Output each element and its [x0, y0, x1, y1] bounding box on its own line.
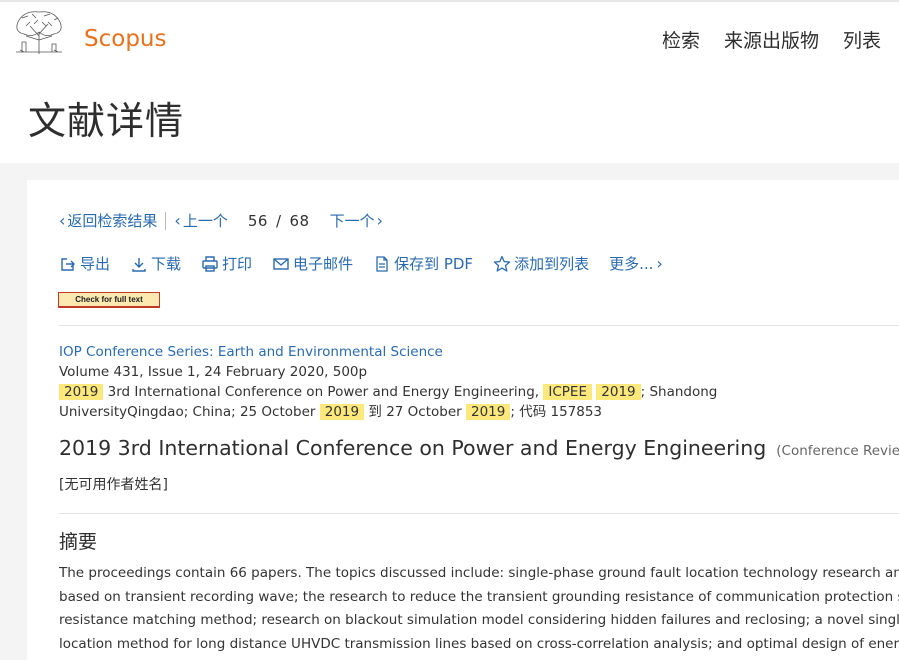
- highlight-year: 2019: [59, 384, 104, 400]
- pdf-icon: [376, 255, 388, 272]
- document-card: ‹ 返回检索结果 ‹ 上一个 56 / 68 下一个 › 导出 下载 打印 电子邮件…: [27, 180, 899, 660]
- export-label: 导出: [80, 255, 111, 273]
- star-icon: [493, 255, 511, 272]
- chevron-left-icon: ‹: [59, 211, 66, 230]
- abstract-line: resistance matching method; research on …: [59, 612, 899, 628]
- chevron-right-icon: ›: [376, 211, 384, 230]
- email-icon: [273, 257, 289, 270]
- pager-count: 56 / 68: [248, 212, 310, 230]
- download-label: 下载: [151, 255, 182, 273]
- pager-current: 56: [247, 211, 268, 230]
- save-pdf-label: 保存到 PDF: [394, 255, 474, 273]
- date-to: 到 27 October: [368, 404, 462, 420]
- result-navigation: ‹ 返回检索结果 ‹ 上一个 56 / 68 下一个 ›: [59, 210, 385, 231]
- document-type: (Conference Review): [776, 443, 899, 459]
- highlight-year: 2019: [596, 384, 641, 400]
- add-to-list-button[interactable]: 添加到列表: [493, 253, 589, 274]
- highlight-year: 2019: [319, 404, 365, 420]
- email-label: 电子邮件: [293, 255, 354, 273]
- abstract-line: location method for long distance UHVDC …: [59, 635, 899, 652]
- print-label: 打印: [222, 255, 253, 273]
- document-title: 2019 3rd International Conference on Pow…: [59, 436, 899, 460]
- chevron-left-icon: ‹: [174, 211, 181, 230]
- email-button[interactable]: 电子邮件: [272, 253, 353, 274]
- export-button[interactable]: 导出: [59, 253, 110, 274]
- conference-location-detail: UniversityQingdao; China; 25 October: [59, 404, 316, 420]
- page-header: Scopus 检索 来源出版物 列表 文献详情: [0, 0, 899, 163]
- authors: [无可用作者姓名]: [59, 477, 168, 493]
- volume-info: Volume 431, Issue 1, 24 February 2020, 5…: [59, 364, 368, 380]
- back-to-results-link[interactable]: 返回检索结果: [67, 210, 157, 231]
- nav-search[interactable]: 检索: [662, 26, 700, 53]
- top-border: [0, 0, 899, 2]
- conference-location: ; Shandong: [640, 384, 718, 400]
- download-button[interactable]: 下载: [130, 253, 181, 274]
- check-full-text-button[interactable]: Check for full text: [58, 292, 160, 308]
- scopus-brand[interactable]: Scopus: [84, 26, 166, 52]
- abstract-line: The proceedings contain 66 papers. The t…: [59, 565, 899, 581]
- print-button[interactable]: 打印: [201, 253, 252, 274]
- more-label: 更多...: [609, 255, 654, 273]
- nav-lists[interactable]: 列表: [843, 26, 881, 53]
- print-icon: [202, 255, 218, 272]
- more-button[interactable]: 更多... ›: [609, 253, 663, 274]
- previous-link[interactable]: 上一个: [183, 210, 228, 231]
- divider: [59, 325, 899, 326]
- abstract-line: based on transient recording wave; the r…: [59, 588, 899, 605]
- export-icon: [61, 257, 75, 271]
- divider: [59, 513, 899, 514]
- next-link[interactable]: 下一个: [330, 210, 375, 231]
- source-title-link[interactable]: IOP Conference Series: Earth and Environ…: [59, 344, 443, 360]
- conference-name: 3rd International Conference on Power an…: [107, 384, 540, 400]
- pager-slash: /: [275, 211, 282, 230]
- save-pdf-button[interactable]: 保存到 PDF: [373, 253, 473, 274]
- nav-sources[interactable]: 来源出版物: [724, 26, 819, 53]
- conference-code: ; 代码 157853: [510, 404, 603, 420]
- document-title-text: 2019 3rd International Conference on Pow…: [59, 436, 767, 460]
- add-to-list-label: 添加到列表: [514, 255, 590, 273]
- abstract-text: The proceedings contain 66 papers. The t…: [59, 562, 899, 656]
- page-title: 文献详情: [28, 99, 185, 143]
- abstract-heading: 摘要: [59, 531, 98, 553]
- top-nav: 检索 来源出版物 列表: [662, 26, 881, 53]
- chevron-right-icon: ›: [656, 254, 663, 273]
- pager-total: 68: [289, 211, 310, 230]
- highlight-acronym: ICPEE: [543, 384, 592, 400]
- nav-divider: [165, 211, 167, 230]
- source-info: IOP Conference Series: Earth and Environ…: [59, 342, 899, 422]
- elsevier-tree-logo-icon[interactable]: [10, 6, 68, 56]
- action-toolbar: 导出 下载 打印 电子邮件 保存到 PDF 添加到列表 更多... ›: [59, 253, 663, 274]
- download-icon: [132, 257, 146, 272]
- highlight-year: 2019: [466, 404, 511, 420]
